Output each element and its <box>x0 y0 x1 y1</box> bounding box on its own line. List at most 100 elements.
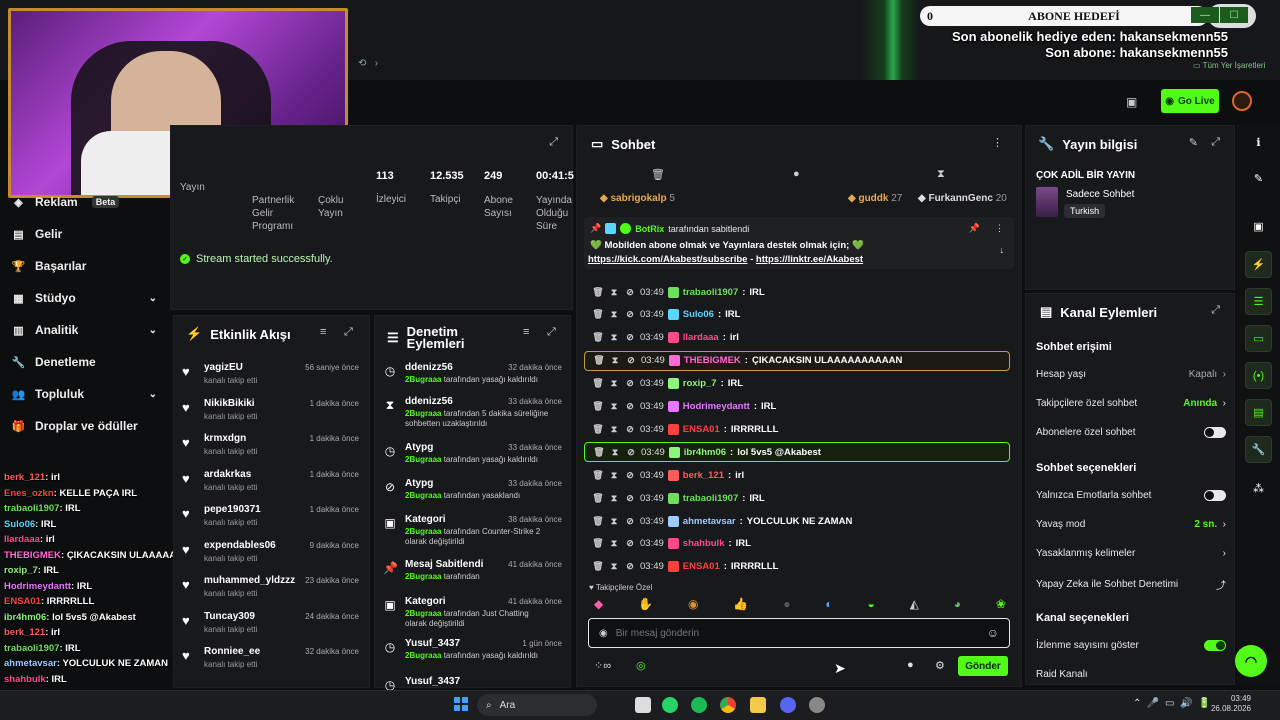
message-username[interactable]: berk_121 <box>683 470 724 481</box>
sidebar-item-droplar[interactable]: 🎁 Droplar ve ödüller <box>12 419 157 433</box>
minimize-button[interactable]: — <box>1191 7 1219 23</box>
ban-icon[interactable]: ⊘ <box>624 538 636 549</box>
ban-icon[interactable]: ⊘ <box>624 424 636 435</box>
sidebar-item-gelir[interactable]: ▤ Gelir <box>12 227 157 241</box>
wrench-icon[interactable]: 🔧 <box>1245 436 1272 463</box>
trash-icon[interactable]: 🗑 <box>592 538 604 549</box>
trash-icon[interactable]: 🗑 <box>592 332 604 343</box>
message-username[interactable]: shahbulk <box>683 538 725 549</box>
taskbar-search[interactable]: ⌕ Ara <box>477 694 597 716</box>
hourglass-icon[interactable]: ⧗ <box>608 309 620 320</box>
chat-message[interactable]: 🗑 ⧗ ⊘ 03:49 llardaaa: irl <box>584 328 1010 348</box>
broadcast-icon[interactable]: ▣ <box>1126 95 1137 109</box>
trash-icon[interactable]: 🗑 <box>592 378 604 389</box>
info-icon[interactable]: ℹ <box>1245 129 1272 156</box>
sidebar-item-denetleme[interactable]: 🔧 Denetleme <box>12 355 157 369</box>
server-icon[interactable]: ▤ <box>1245 399 1272 426</box>
spotify-icon[interactable] <box>691 697 707 713</box>
forward-icon[interactable]: › <box>375 58 378 69</box>
ban-icon[interactable]: ⊘ <box>624 561 636 572</box>
banned-words-row[interactable]: Yasaklanmış kelimeler › <box>1036 548 1226 559</box>
more-icon[interactable]: ⋮ <box>992 136 1003 149</box>
hourglass-icon[interactable]: ⧗ <box>609 447 621 458</box>
mod-tools-icon[interactable]: ⁘∞ <box>594 659 611 672</box>
ai-mod-row[interactable]: Yapay Zeka ile Sohbet Denetimi ⤴ <box>1036 577 1226 592</box>
expand-icon[interactable]: ⤢ <box>1211 304 1220 317</box>
trash-icon[interactable]: 🗑 <box>592 424 604 435</box>
hourglass-icon[interactable]: ⧗ <box>608 538 620 549</box>
subscribe-link[interactable]: https://kick.com/Akabest/subscribe <box>588 254 747 265</box>
chat-message[interactable]: 🗑 ⧗ ⊘ 03:49 THEBIGMEK: ÇIKACAKSIN ULAAAAAAAAA… <box>584 350 1010 371</box>
chat-input[interactable] <box>615 627 966 639</box>
chat-message[interactable]: 🗑 ⧗ ⊘ 03:49 trabaoli1907: IRL <box>584 282 1010 302</box>
settings-icon[interactable]: ⚙ <box>935 659 945 672</box>
whatsapp-icon[interactable] <box>662 697 678 713</box>
message-username[interactable]: ahmetavsar <box>683 516 736 527</box>
hourglass-icon[interactable]: ⧗ <box>608 401 620 412</box>
emote[interactable]: ◕ <box>954 597 961 615</box>
chat-input-box[interactable]: ◉ ☺ <box>588 618 1010 648</box>
chat-message[interactable]: 🗑 ⧗ ⊘ 03:49 Hodrimeydantt: IRL <box>584 397 1010 417</box>
follower-only-row[interactable]: Takipçilere özel sohbet Anında › <box>1036 398 1226 409</box>
unpin-icon[interactable]: 📌 <box>969 223 980 234</box>
emote[interactable]: 👍 <box>733 597 748 615</box>
sidebar-item-basarilar[interactable]: 🏆 Başarılar <box>12 259 157 273</box>
emote[interactable]: ◭ <box>910 597 919 615</box>
ban-icon[interactable]: ⊘ <box>624 378 636 389</box>
apps-icon[interactable]: ⁂ <box>1245 475 1272 502</box>
account-age-row[interactable]: Hesap yaşı Kapalı › <box>1036 369 1226 380</box>
message-username[interactable]: Sulo06 <box>683 309 714 320</box>
chat-message[interactable]: 🗑 ⧗ ⊘ 03:49 ENSA01: IRRRRLLL <box>584 557 1010 577</box>
ban-icon[interactable]: ⊘ <box>624 309 636 320</box>
hourglass-icon[interactable]: ⧗ <box>608 516 620 527</box>
message-username[interactable]: trabaoli1907 <box>683 287 738 298</box>
message-username[interactable]: Hodrimeydantt <box>683 401 750 412</box>
chat-message[interactable]: 🗑 ⧗ ⊘ 03:49 Sulo06: IRL <box>584 305 1010 325</box>
bolt-icon[interactable]: ⚡ <box>1245 251 1272 278</box>
message-username[interactable]: ENSA01 <box>683 424 720 435</box>
ban-icon[interactable]: ⊘ <box>624 401 636 412</box>
chat-message[interactable]: 🗑 ⧗ ⊘ 03:49 ahmetavsar: YOLCULUK NE ZAMAN <box>584 511 1010 531</box>
trash-icon[interactable]: 🗑 <box>592 516 604 527</box>
show-viewers-toggle[interactable] <box>1204 640 1226 651</box>
emote-only-row[interactable]: Yalnızca Emotlarla sohbet <box>1036 490 1226 501</box>
broadcast-icon[interactable]: ▣ <box>1245 213 1272 240</box>
expand-icon[interactable]: ⤢ <box>344 326 353 339</box>
ban-icon[interactable]: ⊘ <box>624 516 636 527</box>
sub-only-toggle[interactable] <box>1204 427 1226 438</box>
chat-message[interactable]: 🗑 ⧗ ⊘ 03:49 trabaoli1907: IRL <box>584 488 1010 508</box>
sidebar-item-reklam[interactable]: ◈ Reklam Beta <box>12 195 157 209</box>
ban-icon[interactable]: ⊘ <box>624 493 636 504</box>
trash-icon[interactable]: 🗑 <box>592 309 604 320</box>
expand-icon[interactable]: ⤢ <box>1211 136 1220 149</box>
message-username[interactable]: ibr4hm06 <box>684 447 726 458</box>
hourglass-icon[interactable]: ⧗ <box>608 561 620 572</box>
edit-icon[interactable]: ✎ <box>1189 136 1198 149</box>
hourglass-icon[interactable]: ⧗ <box>609 355 621 366</box>
hourglass-icon[interactable]: ⧗ <box>608 332 620 343</box>
sidebar-item-topluluk[interactable]: 👥 Topluluk ⌄ <box>12 387 157 401</box>
ban-icon[interactable]: ⊘ <box>625 447 637 458</box>
emote[interactable]: ❀ <box>996 597 1006 615</box>
pencil-icon[interactable]: ✎ <box>1245 165 1272 192</box>
trash-icon[interactable]: 🗑 <box>593 447 605 458</box>
list-icon[interactable]: ☰ <box>1245 288 1272 315</box>
hourglass-icon[interactable]: ⧗ <box>608 493 620 504</box>
message-username[interactable]: ENSA01 <box>683 561 720 572</box>
kick-icon[interactable]: ◎ <box>636 659 646 672</box>
expand-icon[interactable]: ⤢ <box>547 326 556 339</box>
sidebar-item-analitik[interactable]: ▥ Analitik ⌄ <box>12 323 157 337</box>
trash-icon[interactable]: 🗑 <box>651 168 665 181</box>
hourglass-icon[interactable]: ⧗ <box>608 470 620 481</box>
sub-only-row[interactable]: Abonelere özel sohbet <box>1036 427 1226 438</box>
windows-start-icon[interactable] <box>454 697 468 711</box>
chat-bubble-icon[interactable]: ● <box>793 168 800 180</box>
filter-icon[interactable]: ≡ <box>523 326 529 338</box>
more-icon[interactable]: ⋮ <box>995 223 1004 234</box>
chat-message[interactable]: 🗑 ⧗ ⊘ 03:49 ENSA01: IRRRRLLL <box>584 419 1010 439</box>
emote[interactable]: ◐ <box>825 597 832 615</box>
tray-icons[interactable]: ⌃ 🎤 ▭ 🔊 🔋 <box>1133 698 1210 709</box>
radio-icon[interactable]: (•) <box>1245 362 1272 389</box>
bookmarks-link[interactable]: ▭ Tüm Yer İşaretleri <box>1193 61 1265 70</box>
show-viewers-row[interactable]: İzlenme sayısını göster <box>1036 640 1226 651</box>
